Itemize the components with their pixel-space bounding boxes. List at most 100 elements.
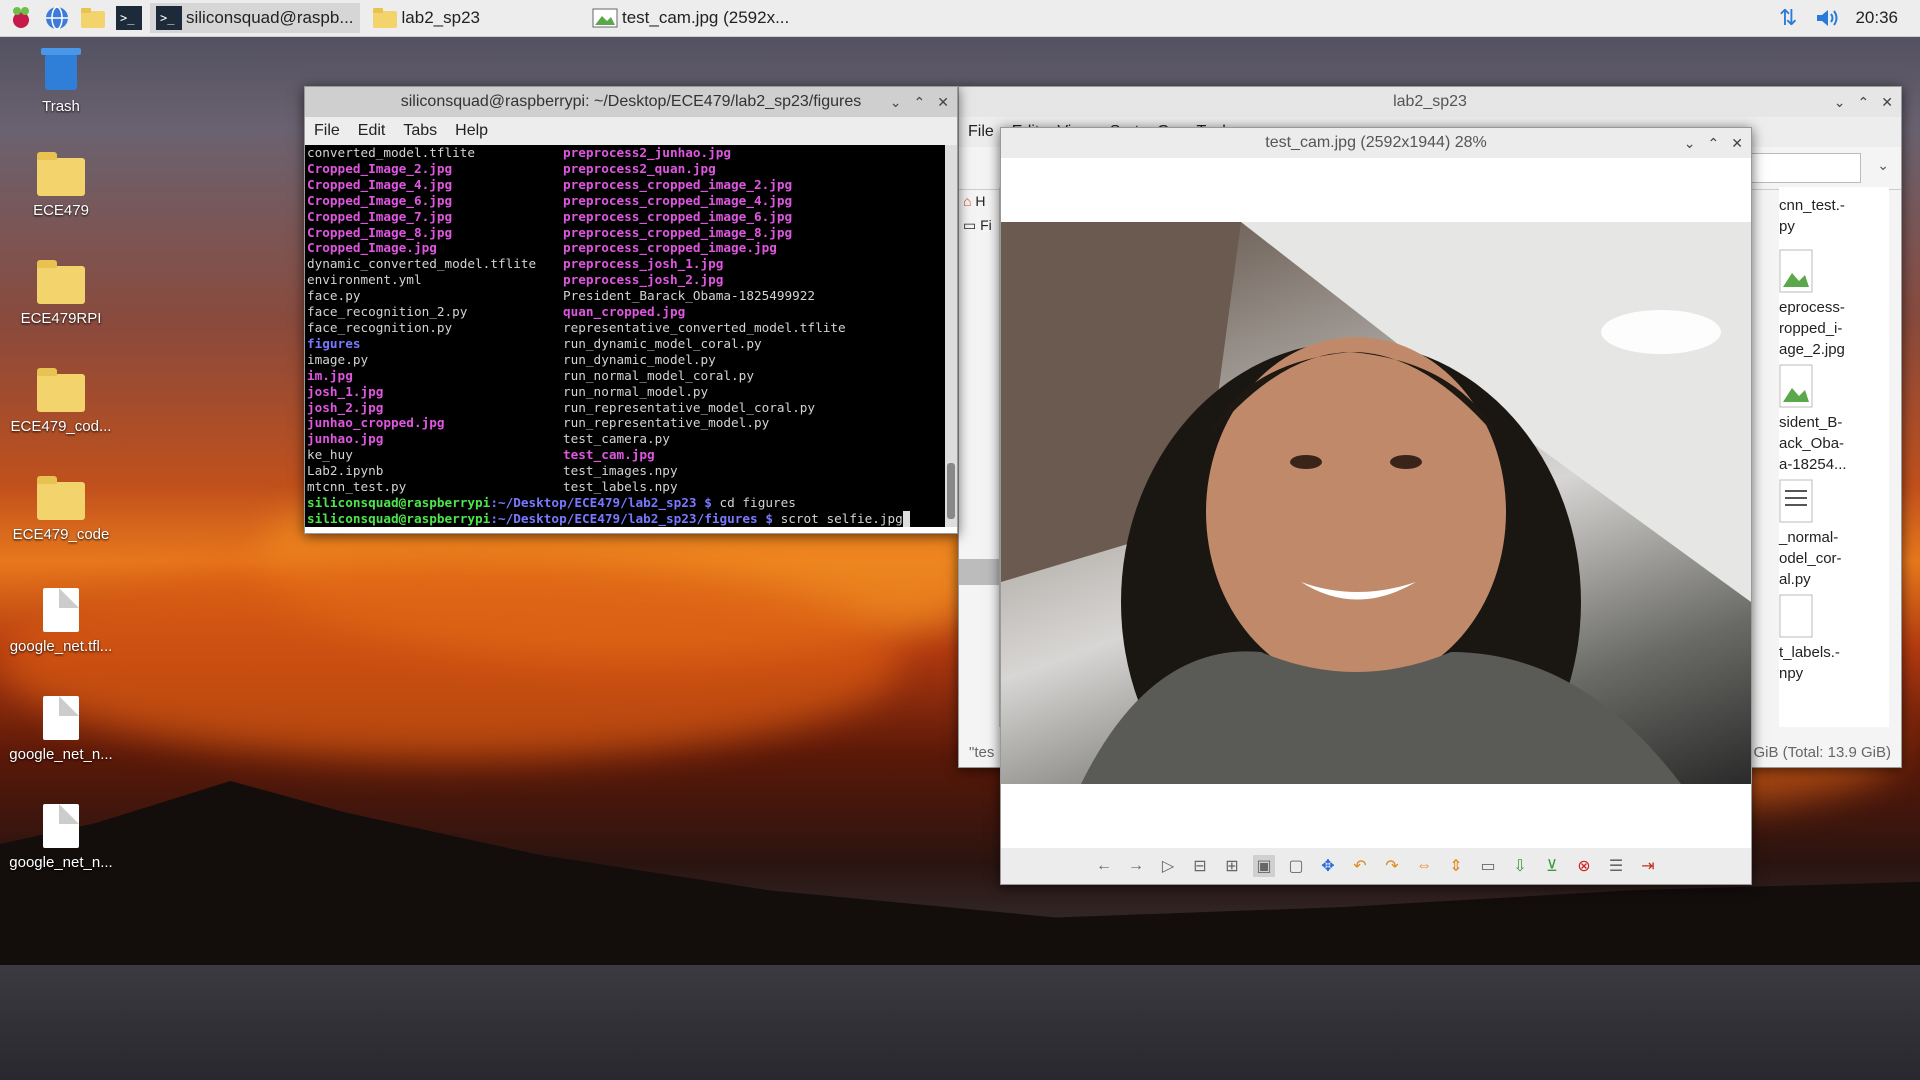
terminal-column-left: Cropped_Image_6.jpg <box>307 193 563 209</box>
save-as-icon[interactable]: ⊻ <box>1541 855 1563 877</box>
open-file-icon[interactable]: ▭ <box>1477 855 1499 877</box>
image-file-icon <box>1779 364 1813 408</box>
terminal-column-right: run_dynamic_model.py <box>563 352 716 368</box>
terminal-column-right: test_cam.jpg <box>563 447 655 463</box>
terminal-row: Cropped_Image_6.jpg preprocess_cropped_im… <box>307 193 957 209</box>
list-item[interactable]: eprocess- ropped_i- age_2.jpg <box>1779 249 1889 360</box>
menu-help[interactable]: Help <box>446 122 497 140</box>
list-item[interactable]: cnn_test.- py <box>1779 187 1889 243</box>
desktop-icon-ece479[interactable]: ECE479 <box>6 152 116 219</box>
desktop-icon-ece479-code[interactable]: ECE479_code <box>6 476 116 543</box>
terminal-column-left: image.py <box>307 352 563 368</box>
file-manager-icon[interactable] <box>78 3 108 33</box>
minimize-icon[interactable]: ⌄ <box>1834 94 1846 111</box>
home-icon: ⌂ <box>963 193 972 209</box>
terminal-file-entry: environment.yml <box>307 272 422 288</box>
close-icon[interactable]: ✕ <box>1881 94 1893 111</box>
terminal-row: image.py run_dynamic_model.py <box>307 352 957 368</box>
menu-edit[interactable]: Edit <box>349 122 395 140</box>
sidebar-item-filesystem[interactable]: ▭ Fi <box>959 215 999 236</box>
terminal-column-right: President_Barack_Obama-1825499922 <box>563 288 815 304</box>
image-file-icon <box>1779 249 1813 293</box>
chevron-down-icon[interactable]: ⌄ <box>1877 157 1889 174</box>
photo-canvas[interactable] <box>1001 222 1751 784</box>
viewer-toolbar: ← → ▷ ⊟ ⊞ ▣ ▢ ✥ ↶ ↷ ⇔ ⇕ ▭ ⇩ ⊻ ⊗ ☰ ⇥ <box>1001 848 1751 884</box>
volume-icon[interactable] <box>1815 7 1841 29</box>
terminal-column-left: im.jpg <box>307 368 563 384</box>
save-file-icon[interactable]: ⇩ <box>1509 855 1531 877</box>
terminal-output[interactable]: converted_model.tflite preprocess2_junhao… <box>305 145 957 527</box>
window-title: test_cam.jpg (2592x1944) 28% <box>1265 134 1487 151</box>
raspberry-menu-icon[interactable] <box>6 3 36 33</box>
terminal-file-entry: run_dynamic_model_coral.py <box>563 335 762 351</box>
list-item[interactable]: _normal- odel_cor- al.py <box>1779 479 1889 590</box>
terminal-file-entry: representative_converted_model.tflite <box>563 319 846 335</box>
terminal-launcher-icon[interactable]: >_ <box>114 3 144 33</box>
terminal-file-entry: preprocess2_junhao.jpg <box>563 145 732 160</box>
taskbar-terminal-button[interactable]: >_ siliconsquad@raspb... <box>150 3 360 33</box>
status-left: "tes <box>969 743 995 761</box>
browser-icon[interactable] <box>42 3 72 33</box>
taskbar-viewer-button[interactable]: test_cam.jpg (2592x... <box>586 3 795 33</box>
flip-horizontal-icon[interactable]: ⇔ <box>1413 855 1435 877</box>
terminal-row: face_recognition.py representative_conver… <box>307 320 957 336</box>
desktop-icon-google-net-tfl[interactable]: google_net.tfl... <box>6 588 116 655</box>
taskbar-filemanager-button[interactable]: lab2_sp23 <box>366 3 486 33</box>
list-item[interactable]: t_labels.- npy <box>1779 594 1889 684</box>
maximize-icon[interactable]: ⌃ <box>1858 94 1870 111</box>
minimize-icon[interactable]: ⌄ <box>890 94 902 111</box>
terminal-column-right: run_normal_model_coral.py <box>563 368 754 384</box>
slideshow-icon[interactable]: ▷ <box>1157 855 1179 877</box>
flip-vertical-icon[interactable]: ⇕ <box>1445 855 1467 877</box>
file-manager-titlebar[interactable]: lab2_sp23 ⌄ ⌃ ✕ <box>959 87 1901 117</box>
terminal-titlebar[interactable]: siliconsquad@raspberrypi: ~/Desktop/ECE4… <box>305 87 957 117</box>
drive-icon: ▭ <box>963 217 977 233</box>
network-transfer-icon[interactable]: ⇅ <box>1779 5 1797 31</box>
terminal-file-entry: Cropped_Image.jpg <box>307 240 437 256</box>
sidebar-item-home[interactable]: ⌂ H <box>959 187 999 215</box>
fit-window-icon[interactable]: ▣ <box>1253 855 1275 877</box>
close-icon[interactable]: ✕ <box>1731 135 1743 152</box>
desktop-icon-google-net-n-1[interactable]: google_net_n... <box>6 696 116 763</box>
preferences-icon[interactable]: ☰ <box>1605 855 1627 877</box>
rotate-left-icon[interactable]: ↶ <box>1349 855 1371 877</box>
terminal-column-left: converted_model.tflite <box>307 145 563 161</box>
desktop-icon-ece479rpi[interactable]: ECE479RPI <box>6 260 116 327</box>
terminal-column-right: test_labels.npy <box>563 479 678 495</box>
menu-tabs[interactable]: Tabs <box>394 122 446 140</box>
desktop-icon-ece479-cod[interactable]: ECE479_cod... <box>6 368 116 435</box>
desktop-icon-google-net-n-2[interactable]: google_net_n... <box>6 804 116 871</box>
terminal-row: ke_huy test_cam.jpg <box>307 447 957 463</box>
fullscreen-icon[interactable]: ✥ <box>1317 855 1339 877</box>
terminal-row: junhao.jpg test_camera.py <box>307 431 957 447</box>
previous-icon[interactable]: ← <box>1093 855 1115 877</box>
close-icon[interactable]: ✕ <box>937 94 949 111</box>
zoom-out-icon[interactable]: ⊟ <box>1189 855 1211 877</box>
terminal-column-right: preprocess_cropped_image.jpg <box>563 240 777 256</box>
terminal-file-entry: run_representative_model_coral.py <box>563 399 816 415</box>
desktop-icon-label: google_net_n... <box>9 746 113 763</box>
desktop-icon-trash[interactable]: Trash <box>6 44 116 115</box>
delete-icon[interactable]: ⊗ <box>1573 855 1595 877</box>
rotate-right-icon[interactable]: ↷ <box>1381 855 1403 877</box>
quit-icon[interactable]: ⇥ <box>1637 855 1659 877</box>
minimize-icon[interactable]: ⌄ <box>1684 135 1696 152</box>
terminal-scrollbar[interactable] <box>945 145 957 527</box>
menu-file[interactable]: File <box>959 123 1003 141</box>
file-icon <box>43 588 79 632</box>
terminal-row: environment.yml preprocess_josh_2.jpg <box>307 272 957 288</box>
next-icon[interactable]: → <box>1125 855 1147 877</box>
maximize-icon[interactable]: ⌃ <box>914 94 926 111</box>
prompt-path: :~/Desktop/ECE479/lab2_sp23/figures $ <box>490 510 773 526</box>
terminal-column-left: junhao_cropped.jpg <box>307 415 563 431</box>
zoom-in-icon[interactable]: ⊞ <box>1221 855 1243 877</box>
scrollbar-thumb[interactable] <box>947 463 955 519</box>
menu-file[interactable]: File <box>305 122 349 140</box>
list-item[interactable]: sident_B- ack_Oba- a-18254... <box>1779 364 1889 475</box>
image-viewer-titlebar[interactable]: test_cam.jpg (2592x1944) 28% ⌄ ⌃ ✕ <box>1001 128 1751 158</box>
maximize-icon[interactable]: ⌃ <box>1708 135 1720 152</box>
original-size-icon[interactable]: ▢ <box>1285 855 1307 877</box>
folder-icon <box>37 152 85 196</box>
clock[interactable]: 20:36 <box>1855 8 1898 28</box>
terminal-file-entry: preprocess_cropped_image_2.jpg <box>563 176 793 192</box>
